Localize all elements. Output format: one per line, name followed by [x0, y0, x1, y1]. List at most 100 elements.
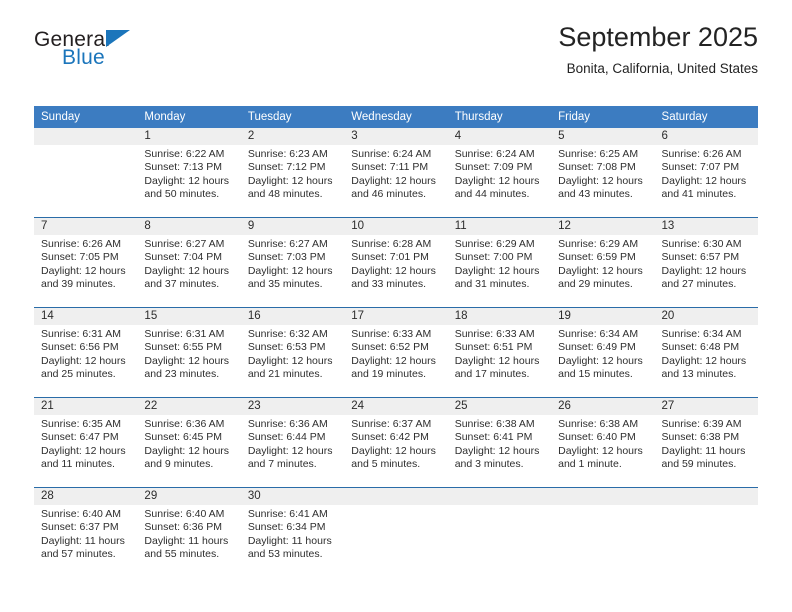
calendar-day-cell[interactable]: 22 Sunrise: 6:36 AM Sunset: 6:45 PM Dayligh…	[137, 397, 241, 488]
sunset-text: Sunset: 6:47 PM	[41, 431, 119, 444]
sunset-text: Sunset: 7:08 PM	[558, 161, 636, 174]
calendar-day-cell[interactable]: 30 Sunrise: 6:41 AM Sunset: 6:34 PM Dayligh…	[240, 487, 345, 577]
day-cell-inner: 30 Sunrise: 6:41 AM Sunset: 6:34 PM Dayligh…	[240, 488, 345, 577]
day-details: Sunrise: 6:24 AM Sunset: 7:11 PM Daylight:…	[344, 145, 447, 202]
weekday-header-thursday: Thursday	[447, 106, 552, 128]
calendar-day-cell[interactable]: 10 Sunrise: 6:28 AM Sunset: 7:01 PM Dayligh…	[344, 217, 448, 308]
daylight-text: Daylight: 11 hours and 53 minutes.	[247, 534, 332, 561]
day-cell-inner: 10 Sunrise: 6:28 AM Sunset: 7:01 PM Dayligh…	[344, 218, 448, 307]
sunrise-text: Sunrise: 6:37 AM	[351, 418, 432, 430]
calendar-week-row: 14 Sunrise: 6:31 AM Sunset: 6:56 PM Dayligh…	[34, 307, 758, 398]
day-cell-inner: 26 Sunrise: 6:38 AM Sunset: 6:40 PM Dayligh…	[551, 398, 655, 487]
calendar-day-cell[interactable]: 26 Sunrise: 6:38 AM Sunset: 6:40 PM Dayligh…	[551, 397, 655, 488]
daylight-text: Daylight: 12 hours and 41 minutes.	[661, 174, 747, 201]
day-details: Sunrise: 6:22 AM Sunset: 7:13 PM Daylight:…	[137, 145, 240, 202]
day-number: 24	[344, 398, 448, 415]
calendar-day-cell[interactable]: 20 Sunrise: 6:34 AM Sunset: 6:48 PM Dayligh…	[654, 307, 758, 398]
page-title: September 2025	[558, 22, 758, 52]
brand-logo[interactable]: General Blue	[34, 28, 264, 74]
day-details: Sunrise: 6:33 AM Sunset: 6:52 PM Daylight:…	[344, 325, 447, 382]
calendar-day-cell[interactable]: 9 Sunrise: 6:27 AM Sunset: 7:03 PM Daylight…	[240, 217, 345, 308]
calendar-day-cell[interactable]: 25 Sunrise: 6:38 AM Sunset: 6:41 PM Dayligh…	[447, 397, 552, 488]
sunrise-text: Sunrise: 6:29 AM	[558, 238, 639, 250]
sunrise-text: Sunrise: 6:38 AM	[558, 418, 639, 430]
calendar-day-cell[interactable]: 28 Sunrise: 6:40 AM Sunset: 6:37 PM Dayligh…	[34, 487, 138, 577]
sunset-text: Sunset: 6:38 PM	[661, 431, 740, 444]
brand-name-bottom: Blue	[62, 46, 105, 69]
day-number: 2	[240, 128, 345, 145]
calendar-day-cell[interactable]: 15 Sunrise: 6:31 AM Sunset: 6:55 PM Dayligh…	[137, 307, 241, 398]
sunset-text: Sunset: 6:36 PM	[144, 521, 223, 534]
calendar-day-cell[interactable]: 19 Sunrise: 6:34 AM Sunset: 6:49 PM Dayligh…	[551, 307, 655, 398]
day-cell-inner: 11 Sunrise: 6:29 AM Sunset: 7:00 PM Dayligh…	[447, 218, 552, 307]
day-cell-inner: 25 Sunrise: 6:38 AM Sunset: 6:41 PM Dayligh…	[447, 398, 552, 487]
calendar-day-cell[interactable]: 24 Sunrise: 6:37 AM Sunset: 6:42 PM Dayligh…	[344, 397, 448, 488]
day-number: 16	[240, 308, 345, 325]
calendar-day-cell[interactable]: 13 Sunrise: 6:30 AM Sunset: 6:57 PM Dayligh…	[654, 217, 758, 308]
daylight-text: Daylight: 12 hours and 1 minute.	[558, 444, 643, 471]
day-cell-inner	[447, 488, 552, 577]
calendar-day-cell[interactable]: 14 Sunrise: 6:31 AM Sunset: 6:56 PM Dayligh…	[34, 307, 138, 398]
calendar-week-row: 1 Sunrise: 6:22 AM Sunset: 7:13 PM Daylight…	[34, 128, 758, 218]
daylight-text: Daylight: 12 hours and 9 minutes.	[144, 444, 230, 471]
day-number	[551, 488, 655, 505]
weekday-header-wednesday: Wednesday	[344, 106, 448, 128]
daylight-text: Daylight: 11 hours and 55 minutes.	[144, 534, 229, 561]
calendar-day-cell[interactable]: 5 Sunrise: 6:25 AM Sunset: 7:08 PM Daylight…	[551, 128, 655, 218]
day-number: 15	[137, 308, 241, 325]
day-number: 5	[551, 128, 655, 145]
calendar-day-cell[interactable]: 29 Sunrise: 6:40 AM Sunset: 6:36 PM Dayligh…	[137, 487, 241, 577]
day-cell-inner: 12 Sunrise: 6:29 AM Sunset: 6:59 PM Dayligh…	[551, 218, 655, 307]
calendar-day-cell[interactable]: 12 Sunrise: 6:29 AM Sunset: 6:59 PM Dayligh…	[551, 217, 655, 308]
day-details: Sunrise: 6:38 AM Sunset: 6:41 PM Daylight:…	[448, 415, 551, 472]
calendar-day-cell[interactable]: 7 Sunrise: 6:26 AM Sunset: 7:05 PM Daylight…	[34, 217, 138, 308]
day-cell-inner: 7 Sunrise: 6:26 AM Sunset: 7:05 PM Daylight…	[34, 218, 138, 307]
day-details: Sunrise: 6:41 AM Sunset: 6:34 PM Daylight:…	[241, 505, 344, 562]
sunrise-text: Sunrise: 6:39 AM	[661, 418, 742, 430]
day-number: 19	[551, 308, 655, 325]
calendar-day-cell[interactable]: 3 Sunrise: 6:24 AM Sunset: 7:11 PM Daylight…	[344, 128, 448, 218]
daylight-text: Daylight: 12 hours and 7 minutes.	[247, 444, 333, 471]
sunrise-text: Sunrise: 6:34 AM	[661, 328, 742, 340]
weekday-header-sunday: Sunday	[34, 106, 138, 128]
sunrise-text: Sunrise: 6:35 AM	[41, 418, 121, 430]
sunrise-text: Sunrise: 6:27 AM	[144, 238, 225, 250]
sunrise-text: Sunrise: 6:36 AM	[144, 418, 225, 430]
day-number: 10	[344, 218, 448, 235]
day-number: 3	[344, 128, 448, 145]
day-number: 28	[34, 488, 138, 505]
calendar-week-row: 28 Sunrise: 6:40 AM Sunset: 6:37 PM Dayligh…	[34, 487, 758, 577]
calendar-day-cell[interactable]: 16 Sunrise: 6:32 AM Sunset: 6:53 PM Dayligh…	[240, 307, 345, 398]
daylight-text: Daylight: 12 hours and 5 minutes.	[351, 444, 436, 471]
sunset-text: Sunset: 6:49 PM	[558, 341, 636, 354]
day-number: 17	[344, 308, 448, 325]
sunset-text: Sunset: 7:09 PM	[454, 161, 533, 174]
calendar-day-cell[interactable]: 1 Sunrise: 6:22 AM Sunset: 7:13 PM Daylight…	[137, 128, 241, 218]
calendar-day-cell[interactable]: 6 Sunrise: 6:26 AM Sunset: 7:07 PM Daylight…	[654, 128, 758, 218]
day-cell-inner: 6 Sunrise: 6:26 AM Sunset: 7:07 PM Daylight…	[654, 128, 758, 217]
day-details: Sunrise: 6:30 AM Sunset: 6:57 PM Daylight:…	[655, 235, 758, 292]
sunset-text: Sunset: 7:05 PM	[41, 251, 119, 264]
calendar-day-cell[interactable]: 21 Sunrise: 6:35 AM Sunset: 6:47 PM Dayligh…	[34, 397, 138, 488]
brand-triangle-icon	[106, 30, 130, 47]
calendar-day-cell[interactable]: 8 Sunrise: 6:27 AM Sunset: 7:04 PM Daylight…	[137, 217, 241, 308]
calendar-day-cell[interactable]: 2 Sunrise: 6:23 AM Sunset: 7:12 PM Daylight…	[240, 128, 345, 218]
calendar-day-cell[interactable]: 23 Sunrise: 6:36 AM Sunset: 6:44 PM Dayligh…	[240, 397, 345, 488]
calendar-day-cell[interactable]: 11 Sunrise: 6:29 AM Sunset: 7:00 PM Dayligh…	[447, 217, 552, 308]
day-cell-inner: 19 Sunrise: 6:34 AM Sunset: 6:49 PM Dayligh…	[551, 308, 655, 397]
sunset-text: Sunset: 6:52 PM	[351, 341, 429, 354]
day-number: 26	[551, 398, 655, 415]
day-details: Sunrise: 6:33 AM Sunset: 6:51 PM Daylight:…	[448, 325, 551, 382]
calendar-day-cell[interactable]: 27 Sunrise: 6:39 AM Sunset: 6:38 PM Dayligh…	[654, 397, 758, 488]
day-number: 23	[240, 398, 345, 415]
daylight-text: Daylight: 12 hours and 27 minutes.	[661, 264, 747, 291]
calendar-day-cell[interactable]: 18 Sunrise: 6:33 AM Sunset: 6:51 PM Dayligh…	[447, 307, 552, 398]
calendar-day-cell[interactable]: 4 Sunrise: 6:24 AM Sunset: 7:09 PM Daylight…	[447, 128, 552, 218]
day-number	[344, 488, 448, 505]
calendar-day-cell[interactable]: 17 Sunrise: 6:33 AM Sunset: 6:52 PM Dayligh…	[344, 307, 448, 398]
daylight-text: Daylight: 12 hours and 48 minutes.	[247, 174, 333, 201]
sunrise-text: Sunrise: 6:24 AM	[454, 148, 535, 160]
day-number: 25	[447, 398, 552, 415]
sunset-text: Sunset: 6:45 PM	[144, 431, 223, 444]
sunrise-text: Sunrise: 6:26 AM	[41, 238, 121, 250]
